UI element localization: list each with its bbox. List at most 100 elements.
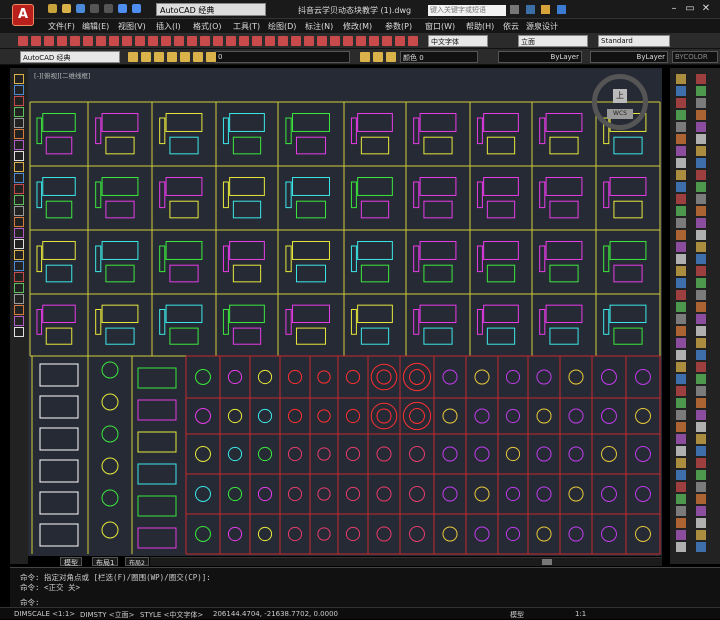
menu-file[interactable]: 文件(F) — [48, 21, 75, 32]
linetype-select[interactable]: ByLayer — [498, 51, 582, 63]
tool-icon[interactable] — [226, 36, 236, 46]
draw-tool-icon[interactable] — [14, 217, 24, 227]
redo-icon[interactable] — [132, 4, 141, 13]
tool-icon[interactable] — [304, 36, 314, 46]
modify-tool-icon[interactable] — [696, 122, 706, 132]
modify-tool-icon[interactable] — [676, 122, 686, 132]
menu-parametric[interactable]: 参数(P) — [385, 21, 412, 32]
draw-tool-icon[interactable] — [14, 294, 24, 304]
tool-icon[interactable] — [187, 36, 197, 46]
modify-tool-icon[interactable] — [676, 446, 686, 456]
modify-tool-icon[interactable] — [696, 530, 706, 540]
modify-tool-icon[interactable] — [696, 542, 706, 552]
tool-icon[interactable] — [369, 36, 379, 46]
draw-tool-icon[interactable] — [14, 261, 24, 271]
modify-tool-icon[interactable] — [676, 230, 686, 240]
menu-insert[interactable]: 插入(I) — [156, 21, 181, 32]
draw-tool-icon[interactable] — [14, 140, 24, 150]
workspace-select-2[interactable]: AutoCAD 经典 — [20, 51, 120, 63]
draw-tool-icon[interactable] — [14, 250, 24, 260]
draw-tool-icon[interactable] — [14, 129, 24, 139]
modify-tool-icon[interactable] — [676, 530, 686, 540]
menu-help[interactable]: 帮助(H) — [466, 21, 494, 32]
viewcube-wcs[interactable]: WCS — [607, 109, 633, 119]
menu-view[interactable]: 视图(V) — [118, 21, 146, 32]
viewport-label[interactable]: [-][俯视][二维线框] — [34, 70, 91, 80]
workspace-select[interactable]: AutoCAD 经典 — [156, 3, 266, 16]
tool-icon[interactable] — [330, 36, 340, 46]
text-style-select[interactable]: 中文字体 — [428, 35, 488, 47]
tool-icon[interactable] — [278, 36, 288, 46]
modify-tool-icon[interactable] — [696, 362, 706, 372]
draw-tool-icon[interactable] — [14, 316, 24, 326]
modify-tool-icon[interactable] — [696, 182, 706, 192]
modify-tool-icon[interactable] — [696, 398, 706, 408]
modify-tool-icon[interactable] — [676, 410, 686, 420]
modify-tool-icon[interactable] — [676, 362, 686, 372]
status-dimscale[interactable]: DIMSCALE <1:1> — [14, 610, 75, 618]
modify-tool-icon[interactable] — [676, 110, 686, 120]
draw-tool-icon[interactable] — [14, 305, 24, 315]
lineweight-select[interactable]: ByLayer — [590, 51, 668, 63]
search-input[interactable] — [428, 5, 506, 16]
saveas-icon[interactable] — [90, 4, 99, 13]
modify-tool-icon[interactable] — [676, 470, 686, 480]
modify-tool-icon[interactable] — [676, 314, 686, 324]
search-icon[interactable] — [510, 5, 519, 14]
modify-tool-icon[interactable] — [696, 302, 706, 312]
layer-tool-icon[interactable] — [206, 52, 216, 62]
modify-tool-icon[interactable] — [676, 542, 686, 552]
modify-tool-icon[interactable] — [696, 386, 706, 396]
modify-tool-icon[interactable] — [696, 134, 706, 144]
viewcube-top[interactable]: 上 — [613, 89, 627, 103]
tool-icon[interactable] — [148, 36, 158, 46]
tool-icon[interactable] — [44, 36, 54, 46]
modify-tool-icon[interactable] — [676, 170, 686, 180]
modify-tool-icon[interactable] — [676, 374, 686, 384]
tool-icon[interactable] — [174, 36, 184, 46]
dim-style-select[interactable]: 立面 — [518, 35, 588, 47]
tool-icon[interactable] — [122, 36, 132, 46]
tool-icon[interactable] — [213, 36, 223, 46]
menu-window[interactable]: 窗口(W) — [425, 21, 455, 32]
modify-tool-icon[interactable] — [676, 386, 686, 396]
table-style-select[interactable]: Standard — [598, 35, 670, 47]
tool-icon[interactable] — [161, 36, 171, 46]
tool-icon[interactable] — [83, 36, 93, 46]
modify-tool-icon[interactable] — [676, 278, 686, 288]
new-icon[interactable] — [48, 4, 57, 13]
tool-icon[interactable] — [31, 36, 41, 46]
tool-icon[interactable] — [265, 36, 275, 46]
modify-tool-icon[interactable] — [696, 422, 706, 432]
save-icon[interactable] — [76, 4, 85, 13]
draw-tool-icon[interactable] — [14, 184, 24, 194]
draw-tool-icon[interactable] — [14, 85, 24, 95]
modify-tool-icon[interactable] — [696, 518, 706, 528]
modify-tool-icon[interactable] — [676, 338, 686, 348]
modify-tool-icon[interactable] — [676, 218, 686, 228]
modify-tool-icon[interactable] — [696, 446, 706, 456]
tool-icon[interactable] — [109, 36, 119, 46]
open-icon[interactable] — [62, 4, 71, 13]
draw-tool-icon[interactable] — [14, 272, 24, 282]
viewcube[interactable]: 上 WCS — [592, 74, 648, 130]
modify-tool-icon[interactable] — [696, 158, 706, 168]
modify-tool-icon[interactable] — [676, 458, 686, 468]
menu-yuanquan[interactable]: 源泉设计 — [526, 21, 558, 32]
modify-tool-icon[interactable] — [696, 242, 706, 252]
modify-tool-icon[interactable] — [696, 374, 706, 384]
draw-tool-icon[interactable] — [14, 228, 24, 238]
modify-tool-icon[interactable] — [676, 518, 686, 528]
tool-icon[interactable] — [395, 36, 405, 46]
tool-icon[interactable] — [382, 36, 392, 46]
tool-icon[interactable] — [317, 36, 327, 46]
modify-tool-icon[interactable] — [696, 74, 706, 84]
tool-icon[interactable] — [408, 36, 418, 46]
tool-icon[interactable] — [96, 36, 106, 46]
modify-tool-icon[interactable] — [696, 350, 706, 360]
communication-icon[interactable] — [526, 5, 535, 14]
draw-tool-icon[interactable] — [14, 327, 24, 337]
modify-tool-icon[interactable] — [696, 338, 706, 348]
draw-tool-icon[interactable] — [14, 151, 24, 161]
menu-format[interactable]: 格式(O) — [193, 21, 222, 32]
